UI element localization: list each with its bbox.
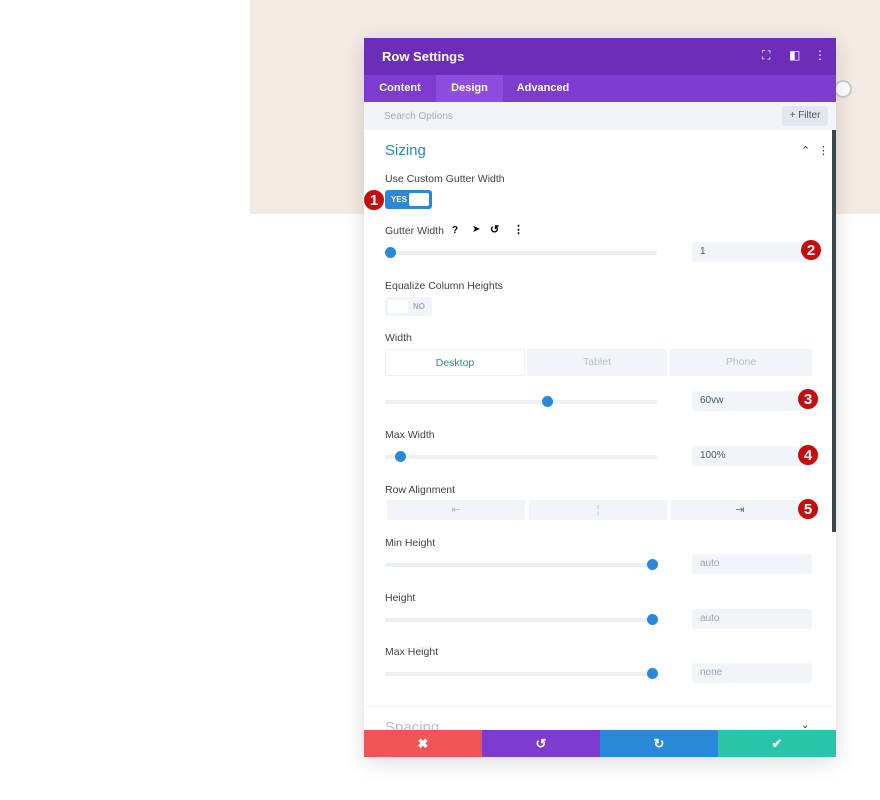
step-badge-5: 5 xyxy=(797,498,819,520)
save-button[interactable]: ✔ xyxy=(718,730,836,757)
slider-thumb[interactable] xyxy=(385,247,396,258)
toggle-knob xyxy=(388,300,408,313)
gutter-width-input[interactable]: 1 xyxy=(692,242,812,262)
slider-thumb[interactable] xyxy=(647,614,658,625)
tab-bar: Content Design Advanced xyxy=(364,75,836,102)
width-label: Width xyxy=(385,332,412,344)
undo-button[interactable]: ↺ xyxy=(482,730,600,757)
align-center-icon[interactable]: ¦ xyxy=(529,500,667,520)
width-slider[interactable] xyxy=(385,396,657,407)
device-tab-tablet[interactable]: Tablet xyxy=(527,349,667,376)
scrollbar[interactable] xyxy=(832,130,836,532)
min-height-label: Min Height xyxy=(385,537,436,549)
max-width-input[interactable]: 100% xyxy=(692,446,812,466)
step-badge-1: 1 xyxy=(363,189,385,211)
slider-thumb[interactable] xyxy=(647,668,658,679)
max-height-slider[interactable] xyxy=(385,668,658,679)
tab-content[interactable]: Content xyxy=(364,75,436,102)
gutter-width-label: Gutter Width xyxy=(385,225,444,237)
max-height-label: Max Height xyxy=(385,646,439,658)
section-title-sizing: Sizing xyxy=(385,142,426,159)
toggle-knob xyxy=(409,193,429,206)
max-width-label: Max Width xyxy=(385,429,435,441)
width-input[interactable]: 60vw xyxy=(692,391,812,411)
help-icon[interactable]: ? xyxy=(452,225,458,236)
height-input[interactable]: auto xyxy=(692,609,812,629)
slider-thumb[interactable] xyxy=(542,396,553,407)
chevron-up-icon[interactable]: ⌃ xyxy=(801,144,810,157)
modal-header: Row Settings ⛶ ◧ ⋮ xyxy=(364,38,836,75)
split-view-icon[interactable]: ◧ xyxy=(789,48,800,62)
toggle-value: NO xyxy=(413,302,425,311)
more-options-icon[interactable]: ⋮ xyxy=(814,48,826,62)
tab-advanced[interactable]: Advanced xyxy=(503,75,583,102)
search-input[interactable]: Search Options xyxy=(384,111,453,122)
section-options-icon[interactable]: ⋮ xyxy=(818,144,829,157)
close-icon: ✖ xyxy=(417,736,429,751)
tab-design[interactable]: Design xyxy=(436,75,503,102)
slider-thumb[interactable] xyxy=(395,451,406,462)
step-badge-4: 4 xyxy=(797,444,819,466)
height-slider[interactable] xyxy=(385,614,658,625)
align-right-icon[interactable]: ⇥ xyxy=(671,500,809,520)
step-badge-2: 2 xyxy=(800,239,822,261)
redo-icon: ↻ xyxy=(653,736,665,751)
equalize-label: Equalize Column Heights xyxy=(385,280,503,292)
equalize-toggle[interactable]: NO xyxy=(385,297,432,316)
cancel-button[interactable]: ✖ xyxy=(364,730,482,757)
redo-button[interactable]: ↻ xyxy=(600,730,718,757)
align-left-icon[interactable]: ⇤ xyxy=(387,500,525,520)
row-alignment-label: Row Alignment xyxy=(385,484,456,496)
settings-round-icon[interactable] xyxy=(834,80,852,98)
step-badge-3: 3 xyxy=(797,388,819,410)
search-bar: Search Options + Filter xyxy=(364,102,836,130)
row-settings-modal: Row Settings ⛶ ◧ ⋮ Content Design Advanc… xyxy=(364,38,836,757)
toggle-value: YES xyxy=(391,195,408,204)
cursor-icon[interactable]: ➤ xyxy=(472,224,480,235)
device-tab-phone[interactable]: Phone xyxy=(670,349,812,376)
fullscreen-icon[interactable]: ⛶ xyxy=(762,48,770,63)
height-label: Height xyxy=(385,592,416,604)
gutter-width-slider[interactable] xyxy=(385,247,657,258)
undo-icon: ↺ xyxy=(535,736,547,751)
more-icon[interactable]: ⋮ xyxy=(513,223,524,236)
filter-button[interactable]: + Filter xyxy=(782,106,828,126)
max-width-slider[interactable] xyxy=(385,451,657,462)
reset-icon[interactable]: ↺ xyxy=(490,223,499,236)
custom-gutter-label: Use Custom Gutter Width xyxy=(385,173,505,185)
max-height-input[interactable]: none xyxy=(692,663,812,683)
min-height-input[interactable]: auto xyxy=(692,554,812,574)
modal-title: Row Settings xyxy=(382,49,465,64)
min-height-slider[interactable] xyxy=(385,559,658,570)
slider-thumb[interactable] xyxy=(647,559,658,570)
divider xyxy=(366,706,832,707)
check-icon: ✔ xyxy=(771,736,783,751)
custom-gutter-toggle[interactable]: YES xyxy=(385,190,432,209)
device-tab-desktop[interactable]: Desktop xyxy=(385,349,525,376)
